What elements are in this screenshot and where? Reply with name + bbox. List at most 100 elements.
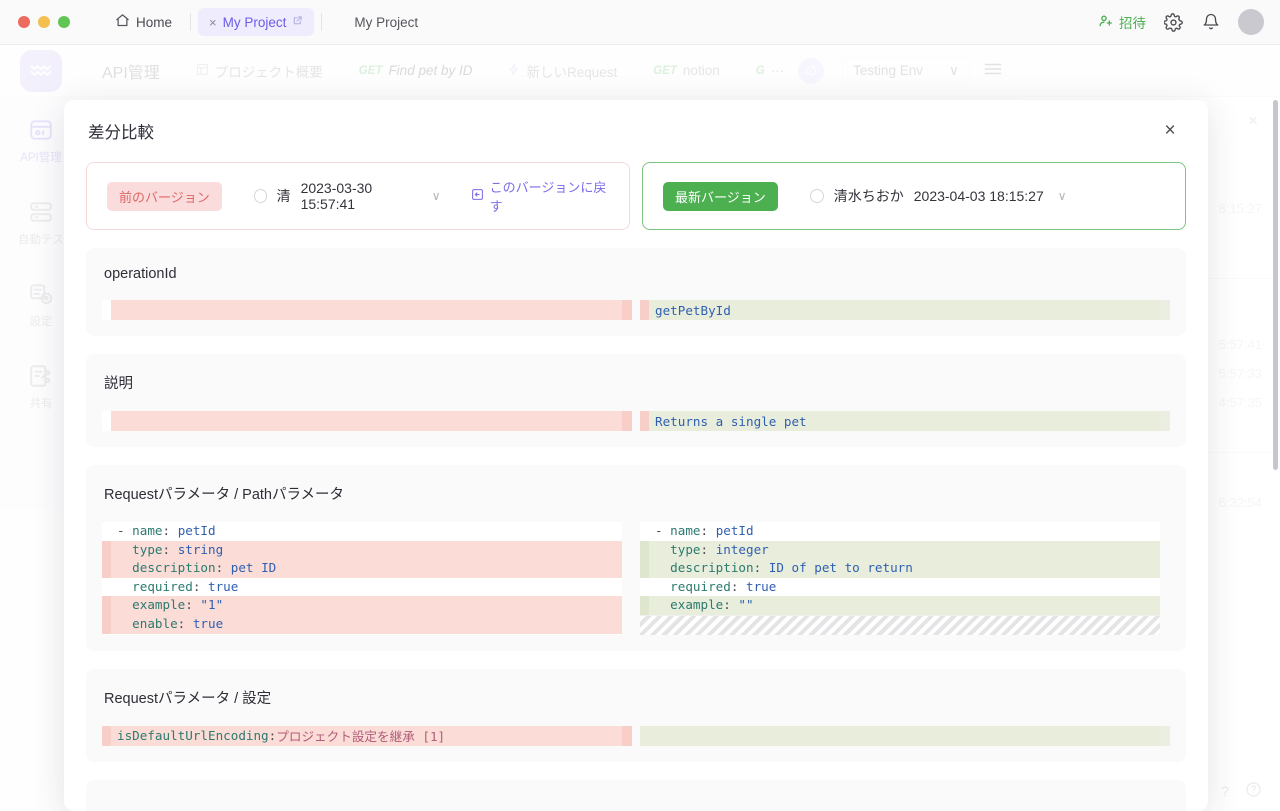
revert-to-version-button[interactable]: このバージョンに戻す (471, 177, 609, 215)
old-version-select[interactable]: 清 2023-03-30 15:57:41 ∨ (253, 180, 441, 212)
code-colon: : (215, 560, 231, 576)
setting-key: isDefaultUrlEncoding (117, 728, 269, 744)
maximize-window-button[interactable] (58, 16, 70, 28)
chevron-down-icon[interactable]: ∨ (432, 189, 441, 203)
code-colon: : (177, 615, 193, 631)
diff-left-value (111, 300, 622, 320)
bell-icon[interactable] (1200, 11, 1222, 33)
nav-home-tab[interactable]: Home (104, 8, 183, 36)
app-window: Home × My Project My Project 招待 差分比較 × 前… (0, 0, 1280, 811)
code-key: description (670, 560, 754, 576)
code-line: enable: true (102, 614, 632, 634)
code-colon: : (723, 597, 739, 613)
setting-colon: : (268, 728, 277, 744)
diff-gutter (102, 522, 111, 541)
code-prefix (117, 579, 132, 594)
code-value: string (177, 541, 224, 557)
pane-scrollbar[interactable] (622, 522, 632, 635)
diff-gutter (640, 411, 649, 431)
close-icon[interactable]: × (209, 16, 217, 29)
code-value: "1" (200, 597, 224, 613)
code-prefix (655, 542, 670, 557)
diff-gutter (640, 522, 649, 541)
code-colon: : (185, 597, 201, 613)
code-key: type (132, 541, 163, 557)
diff-pair-row: getPetById (102, 300, 1170, 320)
new-version-timestamp: 2023-04-03 18:15:27 (913, 188, 1044, 204)
diff-gutter (640, 300, 649, 320)
diff-section-operationid: operationId getPetById (86, 248, 1186, 336)
new-version-author: 清水ちおか (833, 188, 904, 204)
title-bar: Home × My Project My Project 招待 (0, 0, 1280, 45)
code-text: required: true (111, 578, 238, 597)
diff-left-cell (102, 411, 632, 431)
minimize-window-button[interactable] (38, 16, 50, 28)
code-prefix: - (117, 523, 133, 538)
code-text: description: ID of pet to return (649, 559, 913, 578)
old-version-radio[interactable] (253, 189, 267, 203)
diff-left-setting: isDefaultUrlEncoding: プロジェクト設定を継承 [1] (111, 725, 622, 746)
diff-gutter-right (622, 725, 632, 746)
close-window-button[interactable] (18, 16, 30, 28)
gear-icon[interactable] (1162, 11, 1184, 33)
code-text: example: "" (649, 596, 754, 615)
version-selector-row: 前のバージョン 清 2023-03-30 15:57:41 ∨ このバージョンに… (86, 162, 1186, 230)
invite-label: 招待 (1119, 16, 1146, 31)
code-key: description (132, 560, 216, 576)
code-value: true (746, 578, 777, 594)
old-version-panel[interactable]: 前のバージョン 清 2023-03-30 15:57:41 ∨ このバージョンに… (86, 162, 630, 230)
code-value: integer (715, 541, 769, 557)
code-prefix (117, 560, 132, 575)
diff-right-cell: getPetById (640, 300, 1170, 320)
home-icon (115, 13, 130, 31)
page-title: 差分比較 (88, 124, 154, 142)
external-link-icon[interactable] (292, 15, 303, 29)
modal-body: 前のバージョン 清 2023-03-30 15:57:41 ∨ このバージョンに… (64, 162, 1208, 811)
close-icon[interactable]: × (1156, 117, 1184, 145)
code-colon: : (700, 541, 716, 557)
diff-right-value: getPetById (649, 300, 1160, 320)
diff-gutter (102, 596, 111, 615)
diff-section-request-settings: Requestパラメータ / 設定 isDefaultUrlEncoding: … (86, 668, 1186, 762)
invite-button[interactable]: 招待 (1098, 12, 1146, 32)
code-diff-left-pane[interactable]: - name: petId type: string description: … (102, 522, 632, 635)
code-value: "" (738, 597, 754, 613)
code-line: required: true (102, 577, 632, 597)
new-version-badge: 最新バージョン (663, 181, 778, 211)
code-line: required: true (640, 577, 1170, 597)
revert-label: このバージョンに戻す (489, 180, 607, 214)
new-version-radio[interactable] (809, 189, 824, 203)
code-prefix (655, 579, 670, 594)
avatar[interactable] (1238, 9, 1264, 35)
new-version-panel[interactable]: 最新バージョン 清水ちおか 2023-04-03 18:15:27 ∨ (642, 162, 1186, 230)
diff-gutter-right (1160, 411, 1170, 431)
code-line: description: pet ID (102, 559, 632, 578)
code-diff-right-pane[interactable]: - name: petId type: integer description:… (640, 522, 1170, 635)
old-version-timestamp: 2023-03-30 15:57:41 (300, 180, 373, 212)
setting-value: プロジェクト設定を継承 [1] (276, 729, 446, 745)
project-tab[interactable]: × My Project (198, 8, 315, 36)
diff-gutter (640, 577, 649, 597)
code-text: - name: petId (111, 522, 216, 541)
window-traffic-lights (18, 16, 70, 28)
diff-gutter (640, 596, 649, 615)
diff-section-description: 説明 Returns a single pet (86, 354, 1186, 447)
page-scrollbar-thumb[interactable] (1273, 100, 1278, 470)
new-version-select[interactable]: 清水ちおか 2023-04-03 18:15:27 ∨ (809, 186, 1067, 206)
code-value: petId (177, 523, 216, 538)
code-value: pet ID (230, 560, 277, 576)
diff-gutter-right (1160, 725, 1170, 746)
modal-header: 差分比較 × (64, 100, 1208, 162)
pane-scrollbar[interactable] (1160, 522, 1170, 635)
code-diff-row: - name: petId type: string description: … (102, 522, 1170, 635)
chevron-down-icon[interactable]: ∨ (1058, 189, 1067, 203)
code-value: true (192, 615, 224, 631)
diff-right-value: Returns a single pet (649, 411, 1160, 431)
diff-section-next-partial (86, 779, 1186, 811)
toolbar-divider (190, 13, 192, 31)
diff-gutter-right (1160, 300, 1170, 320)
diff-gutter (102, 540, 111, 560)
code-key: example (132, 597, 186, 613)
diff-gutter (102, 614, 111, 634)
diff-compare-modal: 差分比較 × 前のバージョン 清 2023-03-30 15:57:41 ∨ こ… (64, 100, 1208, 811)
